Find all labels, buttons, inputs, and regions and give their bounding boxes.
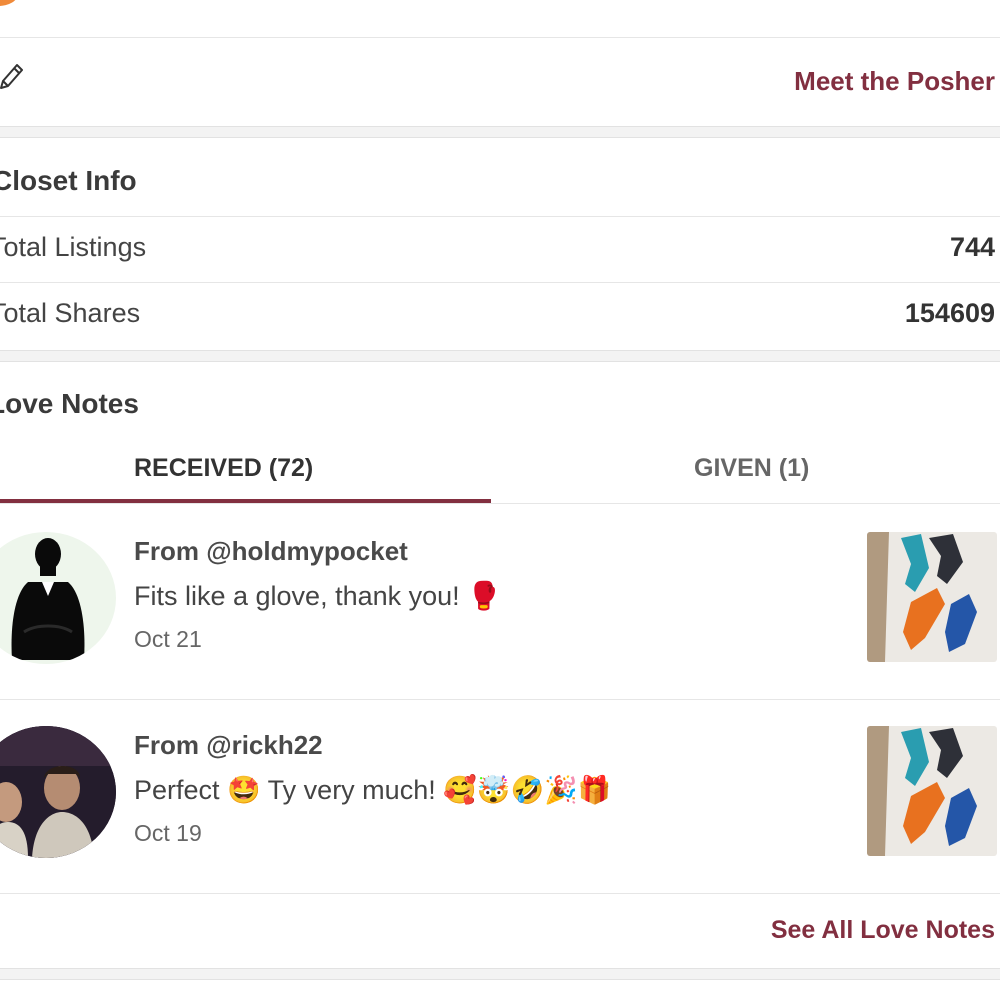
divider: [0, 216, 1000, 217]
photo-avatar[interactable]: [0, 726, 116, 858]
closet-info-title: Closet Info: [0, 165, 137, 196]
profile-avatar-edge: [0, 0, 18, 6]
divider: [0, 282, 1000, 283]
divider: [0, 503, 1000, 504]
note-date: Oct 21: [134, 626, 202, 652]
tab-received[interactable]: RECEIVED (72): [134, 454, 313, 483]
see-all-love-notes-link[interactable]: See All Love Notes: [771, 916, 995, 945]
note-message: Perfect 🤩 Ty very much! 🥰🤯🤣🎉🎁: [134, 775, 612, 805]
person-silhouette-icon: [11, 538, 85, 660]
listing-image: [867, 726, 997, 856]
note-from[interactable]: From @holdmypocket: [134, 536, 408, 567]
love-notes-title: Love Notes: [0, 388, 139, 419]
divider: [0, 893, 1000, 894]
note-message: Fits like a glove, thank you! 🥊: [134, 581, 501, 611]
total-shares-label: Total Shares: [0, 298, 141, 328]
silhouette-avatar[interactable]: [0, 532, 116, 664]
section-separator: [0, 126, 1000, 138]
profile-photo: [0, 726, 116, 858]
listing-thumbnail[interactable]: [867, 532, 997, 662]
total-shares-value: 154609: [904, 298, 995, 328]
section-separator: [0, 350, 1000, 362]
note-date: Oct 19: [134, 820, 202, 846]
note-from[interactable]: From @rickh22: [134, 730, 323, 761]
meet-the-posher-link[interactable]: Meet the Posher: [794, 66, 995, 97]
section-separator: [0, 968, 1000, 980]
pencil-icon: [0, 64, 23, 89]
listing-image: [867, 532, 997, 662]
total-listings-value: 744: [949, 232, 995, 262]
divider: [0, 699, 1000, 700]
tab-given[interactable]: GIVEN (1): [694, 454, 809, 483]
listing-thumbnail[interactable]: [867, 726, 997, 856]
total-listings-label: Total Listings: [0, 232, 147, 262]
divider: [0, 37, 1000, 38]
